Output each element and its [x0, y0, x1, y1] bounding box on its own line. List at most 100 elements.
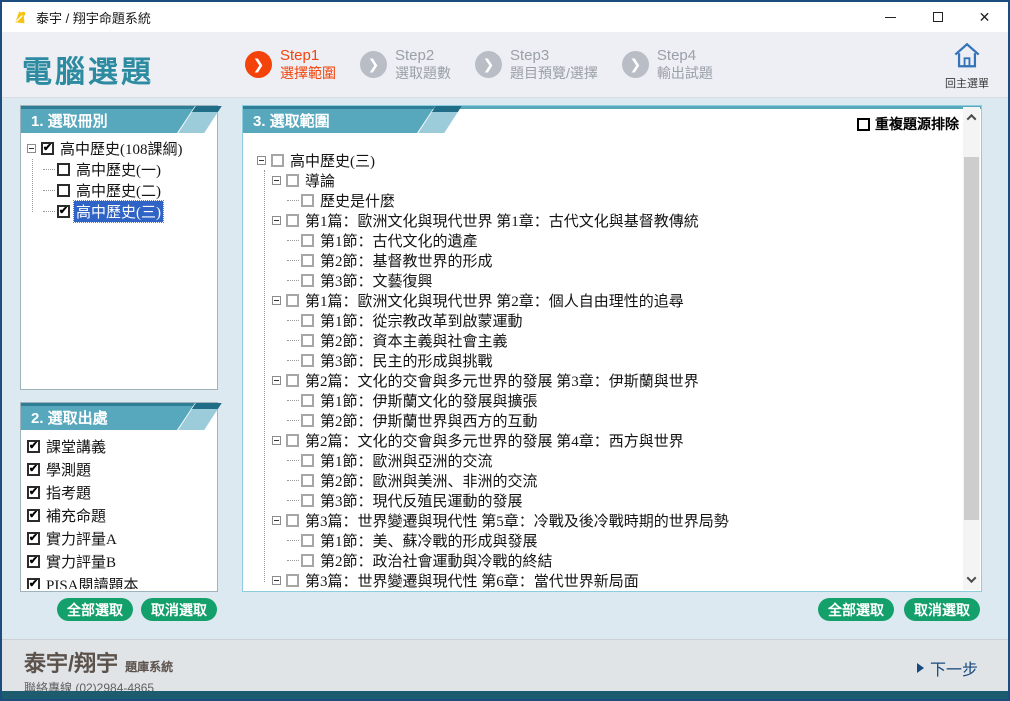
tree-checkbox[interactable]	[286, 373, 299, 387]
tree-checkbox[interactable]	[301, 253, 314, 267]
window-title: 泰宇 / 翔宇命題系統	[36, 10, 151, 26]
tree-checkbox[interactable]	[301, 393, 314, 407]
scroll-up-icon[interactable]	[963, 109, 980, 126]
tree-item-label[interactable]: 第3節：文藝復興	[318, 270, 435, 291]
tree-item-label[interactable]: 高中歷史(一)	[74, 159, 163, 180]
tree-item-label[interactable]: 第2篇：文化的交會與多元世界的發展 第4章：西方與世界	[303, 430, 686, 451]
tree-item-label[interactable]: 歷史是什麼	[318, 190, 397, 211]
tree-checkbox[interactable]: ✔	[57, 205, 70, 218]
tree-expander-icon[interactable]	[272, 375, 281, 385]
tree-expander-icon[interactable]	[272, 175, 281, 185]
tree-expander-icon[interactable]	[27, 144, 36, 153]
step-item-1[interactable]: ❯ Step1 選擇範圍	[245, 47, 336, 81]
tree-checkbox[interactable]	[57, 163, 70, 176]
scroll-down-icon[interactable]	[963, 571, 980, 588]
step-item-3[interactable]: ❯ Step3 題目預覽/選擇	[475, 47, 598, 81]
source-checkbox[interactable]: ✔	[27, 486, 40, 499]
tree-item-label[interactable]: 高中歷史(三)	[288, 150, 377, 171]
step-arrow-icon: ❯	[360, 50, 387, 78]
tree-checkbox[interactable]	[301, 533, 314, 547]
tree-expander-icon[interactable]	[272, 295, 281, 305]
tree-item-label[interactable]: 第1篇：歐洲文化與現代世界 第2章：個人自由理性的追尋	[303, 290, 686, 311]
tree-item-label[interactable]: 第2節：伊斯蘭世界與西方的互動	[318, 410, 540, 431]
select-all-button[interactable]: 全部選取	[57, 598, 133, 621]
tree-item-label[interactable]: 第2篇：文化的交會與多元世界的發展 第3章：伊斯蘭與世界	[303, 370, 701, 391]
app-logo-icon	[15, 11, 26, 24]
tree-checkbox[interactable]: ✔	[41, 142, 54, 155]
source-checkbox[interactable]: ✔	[27, 440, 40, 453]
tree-item-label[interactable]: 導論	[303, 170, 337, 191]
tree-item-label[interactable]: 第2節：資本主義與社會主義	[318, 330, 510, 351]
source-checkbox[interactable]: ✔	[27, 509, 40, 522]
tree-checkbox[interactable]	[301, 553, 314, 567]
tree-item-label[interactable]: 高中歷史(二)	[74, 180, 163, 201]
scrollbar[interactable]	[963, 107, 980, 590]
tree-item-label[interactable]: 第2節：基督教世界的形成	[318, 250, 495, 271]
deselect-button[interactable]: 取消選取	[141, 598, 217, 621]
deselect-button[interactable]: 取消選取	[904, 598, 980, 621]
select-all-button[interactable]: 全部選取	[818, 598, 894, 621]
tree-item-label[interactable]: 第1節：古代文化的遺產	[318, 230, 480, 251]
brand-suffix: 題庫系統	[125, 660, 174, 674]
maximize-icon[interactable]	[914, 2, 961, 32]
source-checkbox[interactable]: ✔	[27, 532, 40, 545]
minimize-icon[interactable]	[867, 2, 914, 32]
tree-checkbox[interactable]	[301, 193, 314, 207]
tree-item-label[interactable]: 第2節：政治社會運動與冷戰的終結	[318, 550, 555, 571]
tree-item-label[interactable]: 第1節：歐洲與亞洲的交流	[318, 450, 495, 471]
tree-branch-line	[43, 190, 55, 191]
tree-checkbox[interactable]	[286, 513, 299, 527]
tree-row: 導論	[255, 170, 961, 190]
tree-item-label[interactable]: 第3節：民主的形成與挑戰	[318, 350, 495, 371]
tree-checkbox[interactable]	[286, 573, 299, 587]
tree-item-label[interactable]: 第1篇：歐洲文化與現代世界 第1章：古代文化與基督教傳統	[303, 210, 701, 231]
tree-item-label[interactable]: 高中歷史(三)	[73, 200, 164, 223]
tree-item-label[interactable]: 第2節：歐洲與美洲、非洲的交流	[318, 470, 540, 491]
tree-checkbox[interactable]	[301, 273, 314, 287]
tree-checkbox[interactable]	[301, 413, 314, 427]
tree-branch-line	[287, 539, 299, 541]
tree-row: 第1篇：歐洲文化與現代世界 第2章：個人自由理性的追尋	[255, 290, 961, 310]
source-checkbox[interactable]: ✔	[27, 555, 40, 568]
source-checkbox[interactable]: ✔	[27, 578, 40, 589]
tree-checkbox[interactable]	[301, 473, 314, 487]
tree-item-label[interactable]: 第1節：從宗教改革到啟蒙運動	[318, 310, 525, 331]
page-title: 電腦選題	[22, 56, 154, 89]
tree-expander-icon[interactable]	[257, 155, 266, 165]
step-item-2[interactable]: ❯ Step2 選取題數	[360, 47, 451, 81]
tree-row: 第2節：伊斯蘭世界與西方的互動	[255, 410, 961, 430]
tree-expander-icon[interactable]	[272, 575, 281, 585]
tree-item-label[interactable]: 第3篇：世界變遷與現代性 第6章：當代世界新局面	[303, 570, 641, 590]
tree-item-label[interactable]: 第3節：現代反殖民運動的發展	[318, 490, 525, 511]
tree-row: 第2節：基督教世界的形成	[255, 250, 961, 270]
tree-expander-icon[interactable]	[272, 515, 281, 525]
tree-expander-icon[interactable]	[272, 435, 281, 445]
tree-checkbox[interactable]	[57, 184, 70, 197]
next-step-button[interactable]: 下一步	[916, 656, 978, 680]
tree-checkbox[interactable]	[301, 313, 314, 327]
tree-checkbox[interactable]	[286, 213, 299, 227]
tree-item-label[interactable]: 高中歷史(108課綱)	[58, 138, 185, 159]
home-button[interactable]: 回主選單	[938, 41, 996, 91]
tree-branch-line	[287, 239, 299, 241]
dedup-checkbox[interactable]	[857, 117, 870, 131]
tree-checkbox[interactable]	[286, 173, 299, 187]
close-icon[interactable]: ✕	[961, 2, 1008, 32]
scrollbar-thumb[interactable]	[964, 157, 979, 520]
tree-checkbox[interactable]	[286, 293, 299, 307]
tree-item-label[interactable]: 第3篇：世界變遷與現代性 第5章：冷戰及後冷戰時期的世界局勢	[303, 510, 731, 531]
tree-checkbox[interactable]	[301, 233, 314, 247]
step-item-4[interactable]: ❯ Step4 輸出試題	[621, 47, 713, 81]
tree-checkbox[interactable]	[271, 153, 284, 167]
tree-checkbox[interactable]	[301, 333, 314, 347]
tree-checkbox[interactable]	[286, 433, 299, 447]
tree-row: 第1節：美、蘇冷戰的形成與發展	[255, 530, 961, 550]
tree-checkbox[interactable]	[301, 353, 314, 367]
source-checkbox[interactable]: ✔	[27, 463, 40, 476]
tree-item-label[interactable]: 第1節：伊斯蘭文化的發展與擴張	[318, 390, 540, 411]
tree-checkbox[interactable]	[301, 493, 314, 507]
tree-checkbox[interactable]	[301, 453, 314, 467]
tree-branch-line	[287, 499, 299, 501]
tree-expander-icon[interactable]	[272, 215, 281, 225]
tree-item-label[interactable]: 第1節：美、蘇冷戰的形成與發展	[318, 530, 540, 551]
